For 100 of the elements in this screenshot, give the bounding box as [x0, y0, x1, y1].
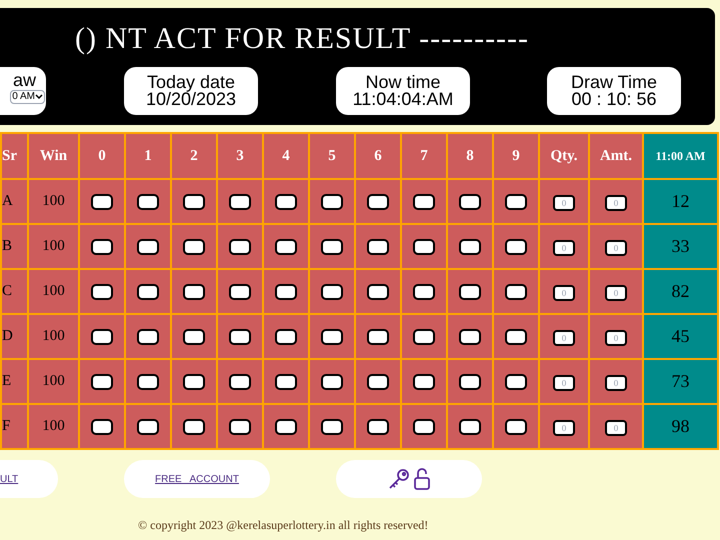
digit-field[interactable] [137, 328, 159, 344]
digit-field[interactable] [275, 328, 297, 344]
row-label: D [1, 314, 28, 359]
digit-field[interactable] [459, 418, 481, 434]
login-button[interactable] [336, 460, 482, 498]
digit-field[interactable] [367, 284, 389, 300]
row-label: A [1, 179, 28, 224]
draw-select[interactable]: 0 AM [10, 90, 45, 104]
qty-field[interactable]: 0 [553, 194, 575, 210]
digit-field[interactable] [367, 418, 389, 434]
result-cell: 82 [643, 269, 718, 314]
digit-field[interactable] [505, 284, 527, 300]
digit-field[interactable] [91, 194, 113, 210]
qty-field[interactable]: 0 [553, 420, 575, 436]
digit-field[interactable] [229, 238, 251, 254]
amount-field[interactable]: 0 [605, 330, 627, 346]
digit-field[interactable] [229, 418, 251, 434]
digit-field[interactable] [275, 194, 297, 210]
digit-field[interactable] [229, 374, 251, 390]
digit-field[interactable] [137, 374, 159, 390]
digit-field[interactable] [137, 418, 159, 434]
link-button[interactable]: FREE ACCOUNT [124, 460, 270, 498]
qty-field[interactable]: 0 [553, 240, 575, 256]
digit-field[interactable] [229, 284, 251, 300]
row-label: F [1, 404, 28, 449]
digit-field[interactable] [321, 374, 343, 390]
column-header: Qty. [539, 133, 589, 179]
row-label: B [1, 224, 28, 269]
digit-field[interactable] [459, 284, 481, 300]
digit-field[interactable] [367, 194, 389, 210]
table-cell: 100 [28, 224, 79, 269]
digit-field[interactable] [91, 328, 113, 344]
digit-field[interactable] [459, 374, 481, 390]
copyright-text: © copyright 2023 @kerelasuperlottery.in all rights reserved! [138, 517, 430, 534]
result-cell: 73 [643, 359, 718, 404]
digit-field[interactable] [459, 328, 481, 344]
digit-field[interactable] [413, 328, 435, 344]
amount-field[interactable]: 0 [605, 194, 627, 210]
digit-field[interactable] [137, 284, 159, 300]
draw-label: aw [12, 70, 36, 90]
table-cell: 100 [28, 314, 79, 359]
digit-field[interactable] [229, 194, 251, 210]
digit-field[interactable] [505, 238, 527, 254]
info-value: 11:04:04:AM [352, 91, 454, 108]
column-header: 4 [263, 133, 309, 179]
digit-field[interactable] [367, 328, 389, 344]
link-button[interactable]: ULT [0, 460, 58, 498]
digit-field[interactable] [91, 374, 113, 390]
amount-field[interactable]: 0 [605, 420, 627, 436]
digit-field[interactable] [183, 328, 205, 344]
unlocked-padlock-icon [412, 467, 430, 491]
digit-field[interactable] [91, 284, 113, 300]
qty-field[interactable]: 0 [553, 330, 575, 346]
digit-field[interactable] [183, 418, 205, 434]
digit-field[interactable] [321, 418, 343, 434]
key-icon [388, 468, 410, 490]
column-header: 1 [125, 133, 171, 179]
digit-field[interactable] [367, 238, 389, 254]
digit-field[interactable] [413, 238, 435, 254]
result-cell: 12 [643, 179, 718, 224]
digit-field[interactable] [413, 374, 435, 390]
caret-icon [35, 94, 43, 100]
digit-field[interactable] [367, 374, 389, 390]
digit-field[interactable] [505, 374, 527, 390]
digit-field[interactable] [275, 284, 297, 300]
digit-field[interactable] [137, 194, 159, 210]
digit-field[interactable] [413, 418, 435, 434]
digit-field[interactable] [413, 284, 435, 300]
digit-field[interactable] [505, 328, 527, 344]
amount-field[interactable]: 0 [605, 240, 627, 256]
page-title: () NT ACT FOR RESULT ---------- [75, 21, 530, 57]
digit-field[interactable] [505, 418, 527, 434]
digit-field[interactable] [91, 238, 113, 254]
digit-field[interactable] [459, 238, 481, 254]
column-header: 6 [355, 133, 401, 179]
digit-field[interactable] [321, 238, 343, 254]
digit-field[interactable] [183, 194, 205, 210]
row-label: C [1, 269, 28, 314]
digit-field[interactable] [321, 284, 343, 300]
amount-field[interactable]: 0 [605, 284, 627, 300]
info-value: 00 : 10: 56 [571, 91, 657, 108]
qty-field[interactable]: 0 [553, 374, 575, 390]
digit-field[interactable] [505, 194, 527, 210]
row-label: E [1, 359, 28, 404]
qty-field[interactable]: 0 [553, 284, 575, 300]
digit-field[interactable] [275, 418, 297, 434]
digit-field[interactable] [321, 194, 343, 210]
digit-field[interactable] [275, 374, 297, 390]
digit-field[interactable] [183, 284, 205, 300]
amount-field[interactable]: 0 [605, 374, 627, 390]
digit-field[interactable] [229, 328, 251, 344]
digit-field[interactable] [321, 328, 343, 344]
digit-field[interactable] [91, 418, 113, 434]
digit-field[interactable] [183, 238, 205, 254]
digit-field[interactable] [413, 194, 435, 210]
digit-field[interactable] [275, 238, 297, 254]
digit-field[interactable] [137, 238, 159, 254]
digit-field[interactable] [459, 194, 481, 210]
digit-field[interactable] [183, 374, 205, 390]
column-header: Amt. [589, 133, 643, 179]
